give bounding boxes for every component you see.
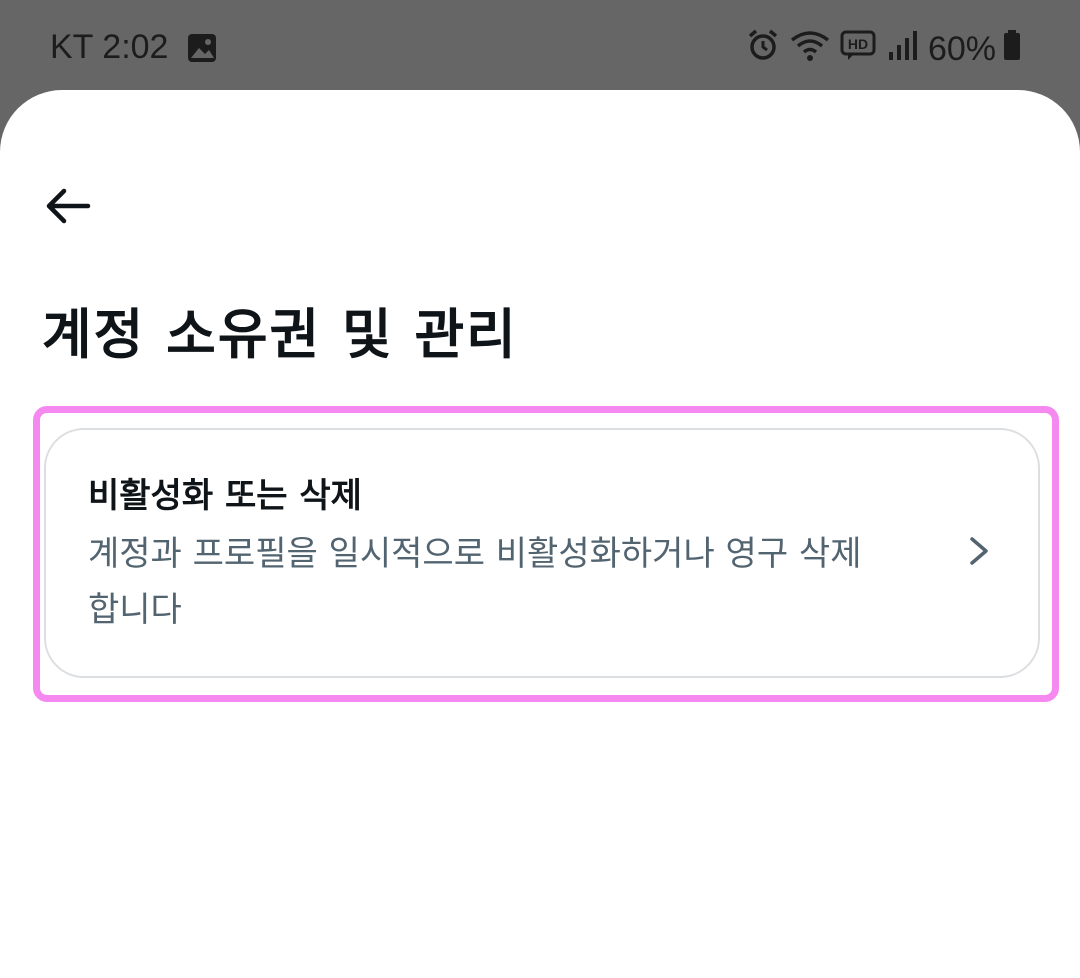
battery-level: 60% xyxy=(927,30,996,68)
status-right: HD 60% xyxy=(746,28,1032,71)
item-title: 비활성화 또는 삭제 xyxy=(88,476,362,516)
status-bar: KT 2:02 HD 60% xyxy=(0,0,1080,100)
alarm-icon xyxy=(746,28,790,71)
signal-icon xyxy=(886,28,928,71)
wifi-icon xyxy=(790,28,840,71)
hd-voice-icon: HD xyxy=(840,28,886,71)
status-left: KT 2:02 xyxy=(50,28,218,67)
bottom-sheet: 계정 소유권 및 관리 비활성화 또는 삭제 계정과 프로필을 일시적으로 비활… xyxy=(0,90,1080,978)
arrow-left-icon xyxy=(46,188,91,224)
deactivate-or-delete-item[interactable]: 비활성화 또는 삭제 계정과 프로필을 일시적으로 비활성화하거나 영구 삭제합… xyxy=(44,428,1040,678)
gallery-icon xyxy=(186,32,218,64)
page-title: 계정 소유권 및 관리 xyxy=(42,303,518,366)
battery-icon xyxy=(1002,29,1032,70)
svg-text:HD: HD xyxy=(848,36,868,52)
item-description: 계정과 프로필을 일시적으로 비활성화하거나 영구 삭제합니다 xyxy=(88,534,862,630)
carrier-time: KT 2:02 xyxy=(50,28,169,66)
back-button[interactable] xyxy=(40,178,96,234)
chevron-right-icon xyxy=(970,537,988,565)
